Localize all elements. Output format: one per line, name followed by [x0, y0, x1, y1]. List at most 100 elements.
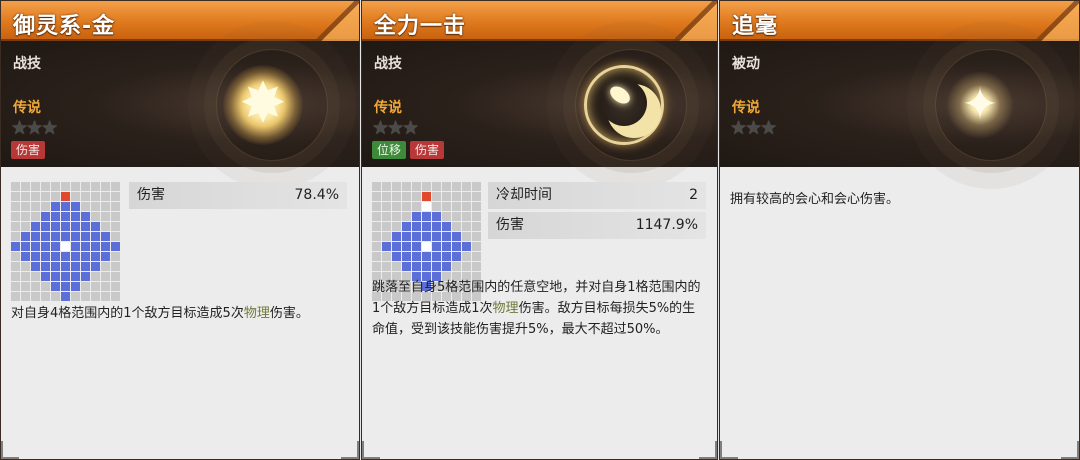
- grid-cell: [111, 202, 120, 211]
- grid-cell: [91, 192, 100, 201]
- desc-keyword: 物理: [243, 306, 270, 321]
- grid-cell: [382, 202, 391, 211]
- grid-cell: [101, 212, 110, 221]
- range-cell: [412, 222, 421, 231]
- range-cell: [81, 262, 90, 271]
- skill-tags: 伤害: [11, 141, 46, 159]
- range-cell: [432, 252, 441, 261]
- range-cell: [462, 242, 471, 251]
- corner-ornament: [1, 441, 19, 459]
- grid-cell: [21, 262, 30, 271]
- corner-ornament: [362, 441, 380, 459]
- card-title-bar: 全力一击: [362, 1, 717, 41]
- grid-cell: [432, 182, 441, 191]
- range-cell: [432, 262, 441, 271]
- grid-cell: [462, 182, 471, 191]
- grid-cell: [81, 202, 90, 211]
- grid-cell: [462, 262, 471, 271]
- grid-cell: [11, 202, 20, 211]
- desc-text: 伤害。: [269, 306, 309, 321]
- grid-cell: [31, 182, 40, 191]
- range-cell: [101, 232, 110, 241]
- grid-cell: [41, 292, 50, 301]
- grid-cell: [372, 232, 381, 241]
- range-cell: [101, 252, 110, 261]
- range-cell: [412, 242, 421, 251]
- grid-cell: [111, 252, 120, 261]
- grid-cell: [382, 182, 391, 191]
- star-icon: ★: [402, 117, 419, 139]
- grid-cell: [372, 202, 381, 211]
- range-cell: [61, 262, 70, 271]
- grid-cell: [101, 182, 110, 191]
- grid-cell: [21, 292, 30, 301]
- grid-cell: [41, 282, 50, 291]
- range-cell: [412, 212, 421, 221]
- corner-ornament: [699, 441, 717, 459]
- grid-cell: [452, 212, 461, 221]
- grid-cell: [111, 192, 120, 201]
- range-cell: [392, 242, 401, 251]
- skill-description: 对自身4格范围内的1个敌方目标造成5次物理伤害。: [11, 303, 345, 324]
- stat-row-damage: 伤害 1147.9%: [488, 212, 706, 239]
- grid-cell: [412, 202, 421, 211]
- grid-cell: [392, 212, 401, 221]
- range-cell: [51, 272, 60, 281]
- grid-cell: [21, 192, 30, 201]
- self-cell: [61, 242, 70, 251]
- grid-cell: [11, 192, 20, 201]
- range-cell: [51, 202, 60, 211]
- grid-cell: [91, 212, 100, 221]
- grid-cell: [462, 192, 471, 201]
- grid-cell: [452, 202, 461, 211]
- range-cell: [71, 222, 80, 231]
- star-icon: ★: [387, 117, 404, 139]
- grid-cell: [412, 182, 421, 191]
- grid-cell: [11, 232, 20, 241]
- range-cell: [81, 232, 90, 241]
- range-cell: [452, 252, 461, 261]
- range-cell: [51, 262, 60, 271]
- range-cell: [61, 222, 70, 231]
- grid-cell: [21, 182, 30, 191]
- range-cell: [21, 232, 30, 241]
- range-cell: [422, 232, 431, 241]
- star-icon: ★: [760, 117, 777, 139]
- self-cell: [422, 202, 431, 211]
- grid-cell: [432, 192, 441, 201]
- range-cell: [432, 212, 441, 221]
- range-cell: [442, 222, 451, 231]
- grid-cell: [101, 192, 110, 201]
- grid-cell: [382, 192, 391, 201]
- range-cell: [432, 242, 441, 251]
- range-cell: [402, 262, 411, 271]
- grid-cell: [11, 262, 20, 271]
- target-cell: [422, 192, 431, 201]
- range-cell: [81, 212, 90, 221]
- range-cell: [412, 232, 421, 241]
- star-rating: ★★★: [372, 117, 419, 139]
- grid-cell: [472, 252, 481, 261]
- range-cell: [91, 242, 100, 251]
- range-cell: [61, 212, 70, 221]
- grid-cell: [101, 282, 110, 291]
- range-cell: [71, 272, 80, 281]
- grid-cell: [31, 192, 40, 201]
- skill-card-zhuihao: 追毫 被动 传说 ★★★ 拥有较高的会心和会心伤害。: [719, 0, 1080, 460]
- grid-cell: [472, 202, 481, 211]
- range-cell: [81, 222, 90, 231]
- grid-cell: [472, 222, 481, 231]
- grid-cell: [442, 202, 451, 211]
- grid-cell: [472, 212, 481, 221]
- grid-cell: [91, 202, 100, 211]
- skill-description: 拥有较高的会心和会心伤害。: [730, 189, 1065, 210]
- range-cell: [11, 242, 20, 251]
- skill-title: 全力一击: [374, 14, 467, 39]
- grid-cell: [472, 232, 481, 241]
- grid-cell: [452, 182, 461, 191]
- range-cell: [412, 252, 421, 261]
- desc-keyword: 物理: [492, 301, 519, 316]
- range-cell: [71, 262, 80, 271]
- range-cell: [402, 242, 411, 251]
- stat-row-cooldown: 冷却时间 2: [488, 182, 706, 209]
